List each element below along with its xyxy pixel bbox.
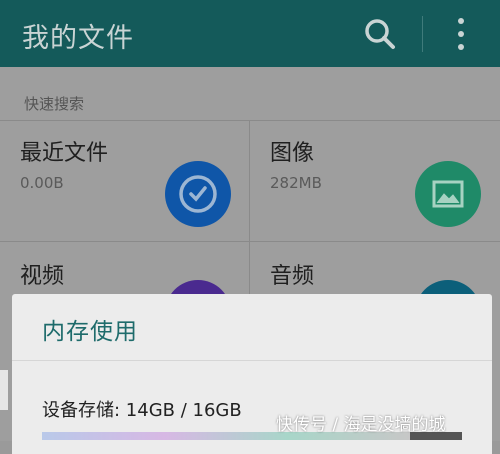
tile-label: 图像 — [270, 141, 315, 166]
dialog-title: 内存使用 — [42, 319, 138, 345]
image-icon — [415, 161, 481, 227]
app-title: 我的文件 — [22, 23, 134, 54]
tile-size: 0.00B — [20, 174, 64, 192]
watermark-text: 快传号 / 海是没墙的城 — [276, 415, 446, 435]
dialog-divider — [12, 360, 492, 361]
search-icon[interactable] — [362, 16, 398, 52]
tile-recent-files[interactable]: 最近文件 0.00B — [0, 121, 249, 241]
tile-label: 最近文件 — [20, 141, 109, 166]
background-edge — [0, 370, 8, 410]
section-label: 快速搜索 — [24, 95, 85, 113]
app-bar: 我的文件 — [0, 0, 500, 67]
tile-label: 音频 — [270, 264, 315, 289]
appbar-divider — [422, 16, 423, 52]
clock-icon — [165, 161, 231, 227]
storage-usage-text: 设备存储: 14GB / 16GB — [42, 400, 242, 421]
tile-images[interactable]: 图像 282MB — [250, 121, 500, 241]
more-vertical-icon[interactable] — [450, 14, 472, 54]
tile-label: 视频 — [20, 264, 65, 289]
tile-size: 282MB — [270, 174, 322, 192]
